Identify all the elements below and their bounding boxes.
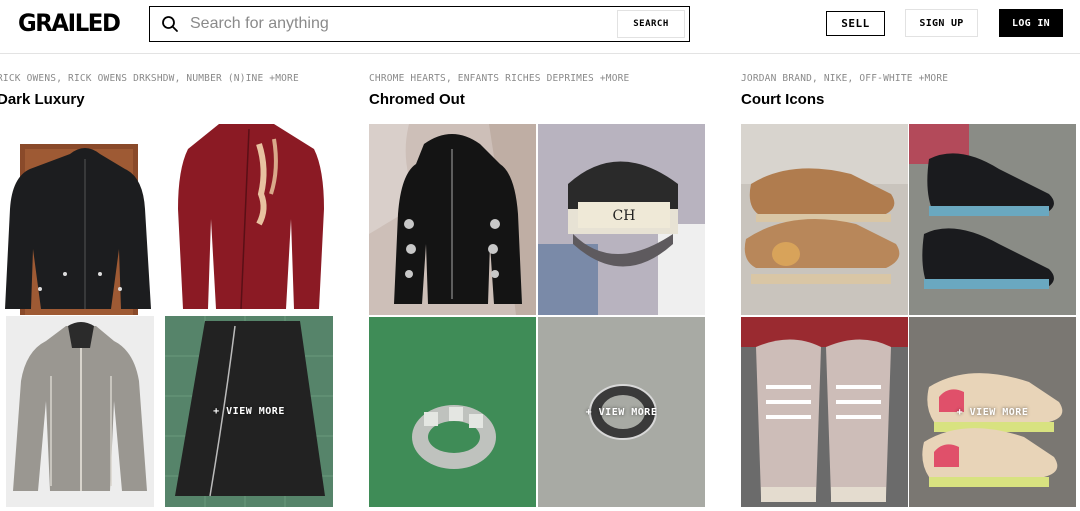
red-denim-jacket-image[interactable] [164,124,333,315]
search-button[interactable]: SEARCH [617,10,685,38]
view-more-overlay[interactable]: + VIEW MORE [538,317,705,507]
black-zip-hoodie-image[interactable] [369,124,536,315]
jordan-4-grey-sneakers-image[interactable] [741,317,908,507]
air-max-95-sneakers-image[interactable] [741,124,908,315]
collection-brands: CHROME HEARTS, ENFANTS RICHES DEPRIMES +… [369,73,630,84]
collection-brands: JORDAN BRAND, NIKE, OFF-WHITE +MORE [741,73,949,84]
site-header: GRAILED SEARCH SELL SIGN UP LOG IN [0,0,1080,54]
collection-title[interactable]: Dark Luxury [0,91,299,109]
collection-title[interactable]: Chromed Out [369,91,629,109]
collection-title[interactable]: Court Icons [741,91,948,109]
grey-zip-jacket-image[interactable] [6,316,154,507]
view-more-overlay[interactable]: + VIEW MORE [909,317,1076,507]
collection-court-icons[interactable]: JORDAN BRAND, NIKE, OFF-WHITE +MORE Cour… [741,72,948,109]
svg-text:CH: CH [613,208,636,224]
search-bar: SEARCH [149,6,690,42]
log-in-button[interactable]: LOG IN [999,9,1063,37]
black-skirt-image[interactable]: + VIEW MORE [165,316,333,507]
sign-up-button[interactable]: SIGN UP [905,9,978,37]
jordan-11-black-sneakers-image[interactable] [909,124,1076,315]
black-hooded-jacket-image[interactable] [0,124,164,315]
view-more-overlay[interactable]: + VIEW MORE [165,316,333,507]
search-icon[interactable] [150,7,190,41]
sell-button[interactable]: SELL [826,11,885,36]
collection-chromed-out[interactable]: CHROME HEARTS, ENFANTS RICHES DEPRIMES +… [369,72,629,109]
trucker-cap-image[interactable]: CH [538,124,705,315]
collection-brands: RICK OWENS, RICK OWENS DRKSHDW, NUMBER (… [0,73,299,84]
grailed-logo[interactable]: GRAILED [18,8,121,38]
collection-dark-luxury[interactable]: RICK OWENS, RICK OWENS DRKSHDW, NUMBER (… [0,72,299,109]
silver-band-ring-image[interactable]: + VIEW MORE [538,317,705,507]
silver-cross-ring-image[interactable] [369,317,536,507]
search-input[interactable] [190,9,617,39]
jordan-4-pink-sneakers-image[interactable]: + VIEW MORE [909,317,1076,507]
